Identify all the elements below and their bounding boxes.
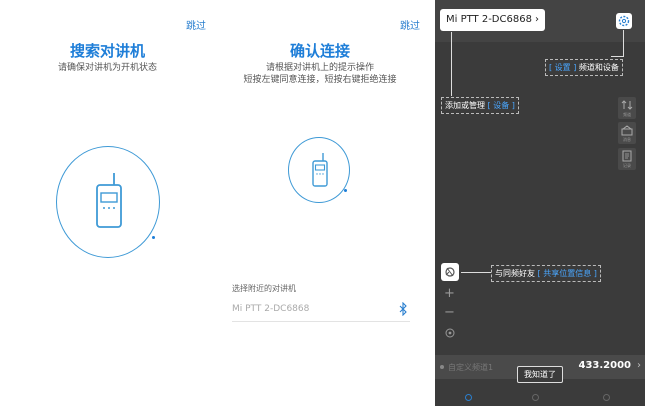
got-it-button[interactable]: 我知道了 <box>517 366 563 383</box>
tip-connector <box>461 272 491 273</box>
chevron-right-icon: › <box>637 360 641 371</box>
progress-dot <box>344 189 347 192</box>
tip-highlight: [ 设备 ] <box>487 101 515 110</box>
page-subtitle-line1: 请根据对讲机上的提示操作 <box>265 63 374 73</box>
side-button-label: 记录 <box>623 163 631 168</box>
add-device-tip: 添加或管理 [ 设备 ] <box>441 97 519 114</box>
nearby-devices-label: 选择附近的对讲机 <box>232 284 296 293</box>
connect-screen: 跳过 确认连接 请根据对讲机上的提示操作 短按左键同意连接，短按右键拒绝连接 选… <box>215 0 425 406</box>
inbox-icon <box>621 125 633 136</box>
chevron-right-icon: › <box>534 14 539 25</box>
page-title: 搜索对讲机 <box>69 42 145 60</box>
nav-tab-icon[interactable] <box>465 394 472 401</box>
page-subtitle-line2: 短按左键同意连接，短按右键拒绝连接 <box>243 75 397 85</box>
side-button-channel[interactable]: 频道 <box>618 97 636 119</box>
skip-button[interactable]: 跳过 <box>400 17 420 32</box>
tip-connector <box>451 32 452 96</box>
bottom-nav <box>435 392 645 406</box>
settings-tip: [ 设置 ] 频道和设备 <box>545 59 623 76</box>
side-button-record[interactable]: 记录 <box>618 148 636 170</box>
side-button-label: 消息 <box>623 137 631 142</box>
page-subtitle: 请确保对讲机为开机状态 <box>57 63 157 73</box>
tip-highlight: [ 设置 ] <box>549 63 577 72</box>
settings-button[interactable] <box>616 13 632 29</box>
progress-dot <box>152 236 155 239</box>
channel-status-dot <box>440 365 444 369</box>
page-title: 确认连接 <box>289 42 350 60</box>
side-button-label: 频道 <box>623 112 631 117</box>
locate-icon[interactable] <box>444 327 456 339</box>
tip-highlight: [ 共享位置信息 ] <box>537 269 597 278</box>
walkie-talkie-icon <box>96 173 122 228</box>
device-selector[interactable]: Mi PTT 2-DC6868 › <box>440 9 545 31</box>
search-screen: 跳过 搜索对讲机 请确保对讲机为开机状态 <box>0 0 215 406</box>
walkie-talkie-icon <box>312 153 328 187</box>
nav-tab-icon[interactable] <box>532 394 539 401</box>
tip-text: 添加或管理 <box>445 101 485 110</box>
channel-name: 自定义频道1 <box>448 363 494 372</box>
gear-icon <box>618 15 630 27</box>
channel-frequency: 433.2000 <box>578 360 631 371</box>
nav-tab-icon[interactable] <box>603 394 610 401</box>
side-button-message[interactable]: 消息 <box>618 122 636 144</box>
tip-connector <box>623 30 624 56</box>
device-chip-label: Mi PTT 2-DC6868 <box>446 14 532 25</box>
zoom-out-button[interactable]: − <box>444 306 455 319</box>
map-screen: Mi PTT 2-DC6868 › [ 设置 ] 频道和设备 添加或管理 [ 设… <box>435 0 645 406</box>
device-name: Mi PTT 2-DC6868 <box>232 304 310 314</box>
sort-icon <box>621 100 633 110</box>
skip-button[interactable]: 跳过 <box>186 17 206 32</box>
document-icon <box>622 150 632 162</box>
device-list-item[interactable]: Mi PTT 2-DC6868 <box>232 298 410 322</box>
tip-text: 频道和设备 <box>578 63 619 72</box>
tip-text: 与同频好友 <box>495 269 535 278</box>
satellite-icon <box>445 267 455 277</box>
zoom-in-button[interactable]: + <box>444 287 455 300</box>
tip-connector <box>611 56 624 57</box>
bluetooth-icon <box>399 302 407 316</box>
share-location-tip: 与同频好友 [ 共享位置信息 ] <box>491 265 601 282</box>
share-location-button[interactable] <box>441 263 459 281</box>
